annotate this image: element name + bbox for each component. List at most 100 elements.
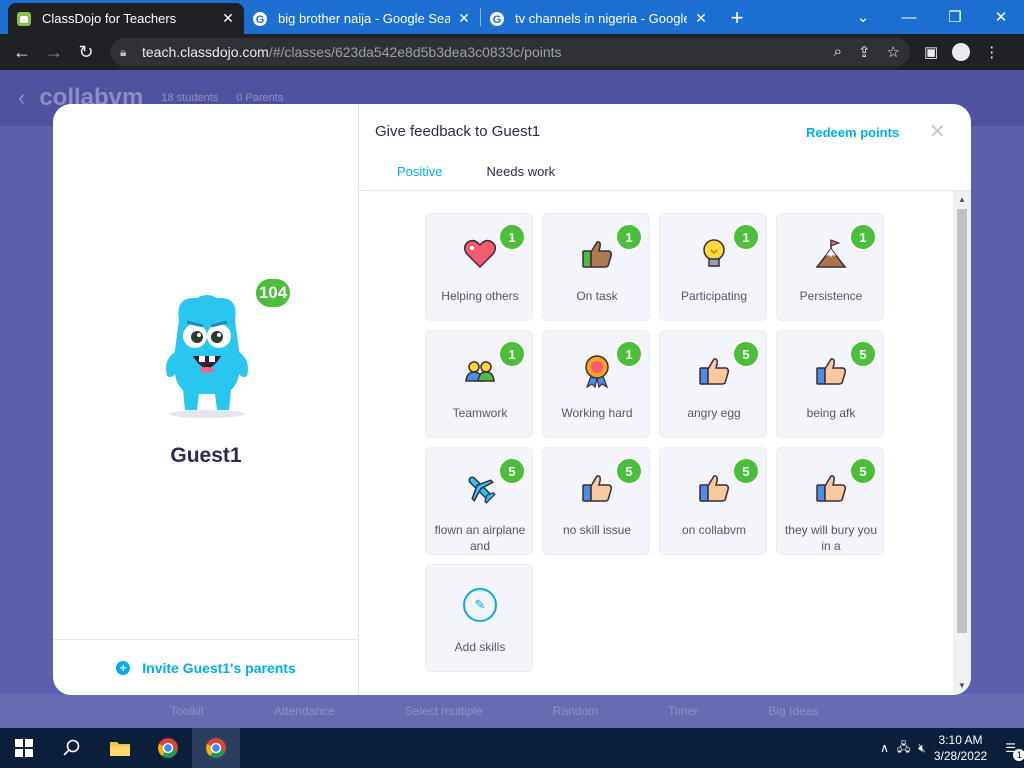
student-avatar [157, 290, 257, 420]
minimize-icon[interactable]: — [886, 9, 932, 26]
thumbs-up-icon [579, 236, 615, 272]
reload-icon[interactable]: ↻ [70, 42, 102, 63]
volume-muted-icon[interactable]: 🔇︎ [918, 741, 926, 756]
skill-label: no skill issue [562, 523, 632, 537]
skill-tile-working-hard[interactable]: 1 Working hard [542, 330, 650, 438]
menu-dots-icon[interactable]: ⋮ [984, 43, 999, 61]
skill-tile-angry-egg[interactable]: 5 angry egg [659, 330, 767, 438]
skill-tile-on-task[interactable]: 1 On task [542, 213, 650, 321]
skill-tile-teamwork[interactable]: 1 Teamwork [425, 330, 533, 438]
skill-label: Helping others [441, 289, 519, 303]
clock[interactable]: 3:10 AM 3/28/2022 [934, 732, 987, 764]
students-count: 18 students [161, 92, 219, 104]
tab-search-chevron-icon[interactable]: ⌄ [840, 8, 886, 26]
share-icon[interactable]: ⇪ [858, 43, 871, 61]
skill-tile-they-will-bury[interactable]: 5 they will bury you in a [776, 447, 884, 555]
windows-taskbar: ∧ 🖧︎ 🔇︎ 3:10 AM 3/28/2022 ☰ 1 [0, 728, 1024, 768]
scrollbar-thumb[interactable] [957, 209, 967, 633]
close-tab-icon[interactable]: ✕ [693, 10, 709, 27]
skill-tile-persistence[interactable]: 1 Persistence [776, 213, 884, 321]
zoom-icon[interactable]: ⌕ [834, 43, 842, 61]
tab-positive[interactable]: Positive [375, 156, 465, 193]
scroll-down-arrow-icon[interactable]: ▼ [953, 681, 971, 690]
student-pane: 104 Guest1 + Invite Guest1's parents [53, 104, 359, 695]
skills-scrollbar[interactable]: ▲ ▼ [953, 191, 971, 695]
scroll-up-arrow-icon[interactable]: ▲ [953, 195, 971, 204]
skill-label: angry egg [687, 406, 741, 420]
close-tab-icon[interactable]: ✕ [456, 10, 472, 27]
bookmark-star-icon[interactable]: ☆ [887, 43, 900, 61]
skill-label: Participating [680, 289, 748, 303]
skill-tile-flown-an-airplane[interactable]: 5 flown an airplane and [425, 447, 533, 555]
search-icon[interactable] [48, 728, 96, 768]
thumbs-up-icon [813, 470, 849, 506]
lightbulb-icon [696, 236, 732, 272]
clock-date: 3/28/2022 [933, 749, 988, 763]
team-icon [462, 353, 498, 389]
tab-needs-work[interactable]: Needs work [465, 156, 578, 193]
browser-tab-google-1[interactable]: G big brother naija - Google Search ✕ [244, 3, 480, 34]
thumbs-up-icon [579, 470, 615, 506]
windows-start-icon[interactable] [0, 728, 48, 768]
feedback-tabs: Positive Needs work [375, 156, 577, 193]
skill-tile-being-afk[interactable]: 5 being afk [776, 330, 884, 438]
skills-grid: 1 Helping others 1 On task 1 Participati… [359, 191, 971, 695]
close-tab-icon[interactable]: ✕ [220, 10, 236, 27]
skill-points-badge: 5 [849, 457, 877, 485]
chrome-taskbar-icon[interactable] [144, 728, 192, 768]
browser-tab-google-2[interactable]: G tv channels in nigeria - Google Search… [481, 3, 717, 34]
side-panel-icon[interactable]: ▣ [924, 43, 938, 61]
skill-points-badge: 1 [615, 340, 643, 368]
classdojo-favicon-icon [16, 11, 32, 27]
close-modal-icon[interactable]: ✕ [929, 119, 946, 144]
class-footer: Toolkit Attendance Select multiple Rando… [0, 694, 1024, 728]
skill-label: On task [576, 289, 618, 303]
parents-count: 0 Parents [236, 92, 284, 104]
file-explorer-icon[interactable] [96, 728, 144, 768]
skill-label: Persistence [799, 289, 863, 303]
notification-center-icon[interactable]: ☰ 1 [1005, 741, 1024, 761]
new-tab-icon[interactable]: + [723, 5, 751, 31]
window-controls: ⌄ — ❐ ✕ [840, 0, 1024, 34]
restore-icon[interactable]: ❐ [932, 8, 978, 26]
skill-label: Working hard [561, 406, 633, 420]
invite-parents-label: Invite Guest1's parents [142, 659, 296, 676]
skill-tile-helping-others[interactable]: 1 Helping others [425, 213, 533, 321]
mountain-flag-icon [813, 236, 849, 272]
notification-count-badge: 1 [1013, 749, 1024, 761]
add-skills-tile[interactable]: ✎ Add skills [425, 564, 533, 672]
thumbs-up-icon [696, 353, 732, 389]
forward-arrow-icon[interactable]: → [38, 42, 70, 63]
profile-avatar-icon[interactable] [952, 43, 971, 61]
skill-label: being afk [806, 406, 856, 420]
footer-timer: Timer [668, 704, 699, 718]
skill-label: Teamwork [452, 406, 508, 420]
skill-points-badge: 1 [849, 223, 877, 251]
heart-icon [462, 236, 498, 272]
back-chevron-icon[interactable]: ‹ [18, 85, 25, 111]
skill-points-badge: 1 [732, 223, 760, 251]
skill-points-badge: 1 [615, 223, 643, 251]
address-bar[interactable]: 🔒︎ teach.classdojo.com /#/classes/623da5… [110, 38, 910, 66]
url-domain: teach.classdojo.com [142, 44, 269, 60]
redeem-points-button[interactable]: Redeem points [806, 125, 899, 140]
skill-tile-no-skill-issue[interactable]: 5 no skill issue [542, 447, 650, 555]
close-window-icon[interactable]: ✕ [978, 8, 1024, 26]
invite-parents-button[interactable]: + Invite Guest1's parents [53, 639, 359, 695]
medal-icon [579, 353, 615, 389]
skill-tile-participating[interactable]: 1 Participating [659, 213, 767, 321]
add-skill-pencil-icon: ✎ [462, 587, 498, 623]
show-hidden-icons-chevron-icon[interactable]: ∧ [880, 741, 889, 755]
skill-label: flown an airplane and [434, 523, 526, 553]
system-tray: ∧ 🖧︎ 🔇︎ 3:10 AM 3/28/2022 ☰ 1 [880, 732, 1024, 764]
skill-label: they will bury you in a [784, 523, 878, 553]
network-icon[interactable]: 🖧︎ [897, 738, 910, 759]
footer-select-multiple: Select multiple [404, 704, 483, 718]
browser-tab-classdojo[interactable]: ClassDojo for Teachers ✕ [8, 3, 244, 34]
feedback-title: Give feedback to Guest1 [375, 123, 541, 140]
skill-tile-on-collabvm[interactable]: 5 on collabvm [659, 447, 767, 555]
plus-circle-icon: + [116, 660, 131, 675]
footer-attendance: Attendance [274, 704, 335, 718]
chrome-active-taskbar-icon[interactable] [192, 728, 240, 768]
back-arrow-icon[interactable]: ← [6, 42, 38, 63]
